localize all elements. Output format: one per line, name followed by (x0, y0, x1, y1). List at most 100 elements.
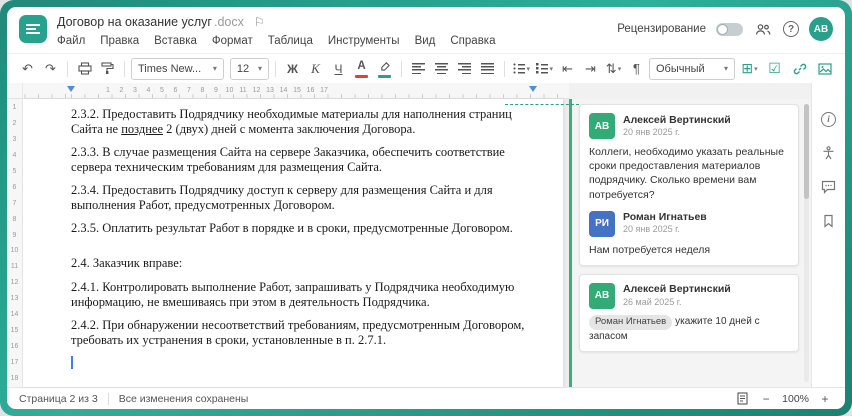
undo-button[interactable]: ↶ (17, 58, 38, 80)
ruler-number: 7 (12, 199, 17, 207)
toolbar: ↶ ↷ Times New... ▾ 12 ▾ Ж К Ч А ▾ ▾ ⇤ ⇥ … (7, 53, 845, 83)
chevron-down-icon: ▾ (617, 65, 622, 73)
menu-item[interactable]: Справка (450, 35, 495, 47)
indent-marker-right[interactable] (529, 86, 537, 96)
paragraph[interactable]: 2.3.4. Предоставить Подрядчику доступ к … (71, 183, 527, 212)
collaboration-icon[interactable] (753, 19, 773, 39)
menu-item[interactable]: Вид (415, 35, 436, 47)
line-spacing-button[interactable]: ⇅ ▾ (603, 58, 624, 80)
paragraph[interactable]: 2.3.3. В случае размещения Сайта на серв… (71, 145, 527, 174)
toggle-knob (717, 23, 728, 35)
zoom-controls: − 100% + (734, 391, 833, 407)
ruler-number: 11 (10, 263, 19, 271)
numbered-list-button[interactable]: ▾ (534, 58, 555, 80)
zoom-in-button[interactable]: + (817, 391, 833, 407)
bold-button[interactable]: Ж (282, 58, 303, 80)
nonprinting-chars-button[interactable]: ¶ (626, 58, 647, 80)
menu-item[interactable]: Правка (100, 35, 139, 47)
bookmark-button[interactable] (819, 211, 839, 231)
user-avatar[interactable]: АВ (809, 17, 833, 41)
vertical-ruler[interactable]: 1 2 3 4 5 6 7 8 9 10 11 12 13 14 15 16 17 18 (7, 99, 23, 387)
comments-button[interactable] (819, 177, 839, 197)
menu-item[interactable]: Файл (57, 35, 85, 47)
mention-chip[interactable]: Роман Игнатьев (589, 314, 673, 330)
app-logo[interactable] (19, 15, 47, 43)
align-right-button[interactable] (454, 58, 475, 80)
font-color-button[interactable]: А (351, 58, 372, 80)
font-name-select[interactable]: Times New... ▾ (131, 57, 224, 80)
toolbar-divider (401, 60, 402, 77)
fit-page-button[interactable] (734, 391, 750, 407)
increase-indent-button[interactable]: ⇥ (580, 58, 601, 80)
decrease-indent-button[interactable]: ⇤ (557, 58, 578, 80)
comment-meta: Алексей Вертинский 20 янв 2025 г. (623, 114, 731, 139)
format-painter-icon (101, 62, 114, 74)
comment-date: 20 янв 2025 г. (623, 126, 680, 137)
chevron-down-icon: ▾ (212, 63, 217, 73)
ruler-row: 1 2 3 4 5 6 7 8 9 10 11 12 13 14 15 16 17 (7, 83, 845, 99)
ruler-number: 15 (10, 327, 19, 335)
underline-button[interactable]: Ч (328, 58, 349, 80)
comment-thread[interactable]: АВ Алексей Вертинский 20 янв 2025 г. Кол… (579, 104, 799, 266)
ruler-number: 16 (10, 343, 19, 351)
align-left-button[interactable] (408, 58, 429, 80)
print-button[interactable] (74, 58, 95, 80)
line-spacing-icon: ⇅ (605, 60, 617, 76)
toolbar-divider (124, 60, 125, 77)
zoom-out-button[interactable]: − (758, 391, 774, 407)
review-toggle[interactable] (716, 22, 743, 36)
ruler-number: 14 (10, 311, 19, 319)
favorite-flag-icon[interactable]: ⚐ (254, 16, 265, 28)
chevron-down-icon: ▾ (257, 63, 262, 73)
fit-page-icon (737, 392, 748, 405)
bullet-list-icon (513, 63, 526, 74)
ruler-number: 10 (10, 247, 19, 255)
menu-item[interactable]: Формат (212, 35, 253, 47)
comment-thread[interactable]: АВ Алексей Вертинский 26 май 2025 г. Ром… (579, 273, 799, 353)
document-info-button[interactable]: i (819, 109, 839, 129)
align-center-button[interactable] (431, 58, 452, 80)
help-icon[interactable]: ? (783, 21, 799, 37)
zoom-level[interactable]: 100% (782, 393, 809, 405)
insert-image-button[interactable] (814, 58, 835, 80)
insert-link-button[interactable] (789, 58, 810, 80)
redo-button[interactable]: ↷ (40, 58, 61, 80)
paragraph-style-value: Обычный (656, 62, 705, 75)
accessibility-button[interactable] (819, 143, 839, 163)
paragraph[interactable]: 2.3.5. Оплатить результат Работ в порядк… (71, 221, 527, 236)
paragraph[interactable]: 2.4.1. Контролировать выполнение Работ, … (71, 280, 527, 309)
insert-checkbox-button[interactable]: ☑ (764, 58, 785, 80)
indent-marker-left[interactable] (67, 86, 75, 96)
chevron-down-icon: ▾ (549, 65, 553, 73)
comments-scrollbar[interactable] (804, 104, 809, 382)
comment-connector-line (505, 104, 579, 105)
italic-button[interactable]: К (305, 58, 326, 80)
horizontal-ruler[interactable]: 1 2 3 4 5 6 7 8 9 10 11 12 13 14 15 16 17 (23, 83, 569, 99)
font-name-value: Times New... (138, 62, 202, 75)
comment-date: 26 май 2025 г. (623, 296, 682, 307)
menu-item[interactable]: Таблица (268, 35, 313, 47)
align-justify-button[interactable] (477, 58, 498, 80)
paragraph[interactable]: 2.4.2. При обнаружении несоответствий тр… (71, 318, 527, 347)
paragraph-style-select[interactable]: Обычный ▾ (649, 57, 735, 80)
align-left-icon (412, 63, 425, 74)
chevron-down-icon: ▾ (754, 65, 758, 73)
title-row: Договор на оказание услуг .docx ⚐ (57, 13, 617, 31)
paragraph[interactable]: 2.4. Заказчик вправе: (71, 256, 527, 271)
menu-item[interactable]: Инструменты (328, 35, 400, 47)
chevron-down-icon: ▾ (526, 65, 530, 73)
paragraph[interactable]: 2.3.2. Предоставить Подрядчику необходим… (71, 107, 527, 136)
ruler-number: 17 (10, 359, 19, 366)
bullet-list-button[interactable]: ▾ (511, 58, 532, 80)
toolbar-right: Обычный ▾ ⊞ ▾ ☑ (649, 57, 835, 80)
document-page[interactable]: 2.3.2. Предоставить Подрядчику необходим… (23, 99, 563, 387)
scrollbar-thumb[interactable] (804, 104, 809, 199)
menu-item[interactable]: Вставка (154, 35, 197, 47)
comment-avatar: РИ (589, 210, 615, 237)
copy-style-button[interactable] (97, 58, 118, 80)
insert-table-button[interactable]: ⊞ ▾ (739, 58, 760, 80)
bookmark-icon (824, 214, 833, 228)
font-size-select[interactable]: 12 ▾ (229, 57, 269, 80)
page-indicator[interactable]: Страница 2 из 3 (19, 393, 98, 405)
highlight-color-button[interactable] (374, 58, 395, 80)
